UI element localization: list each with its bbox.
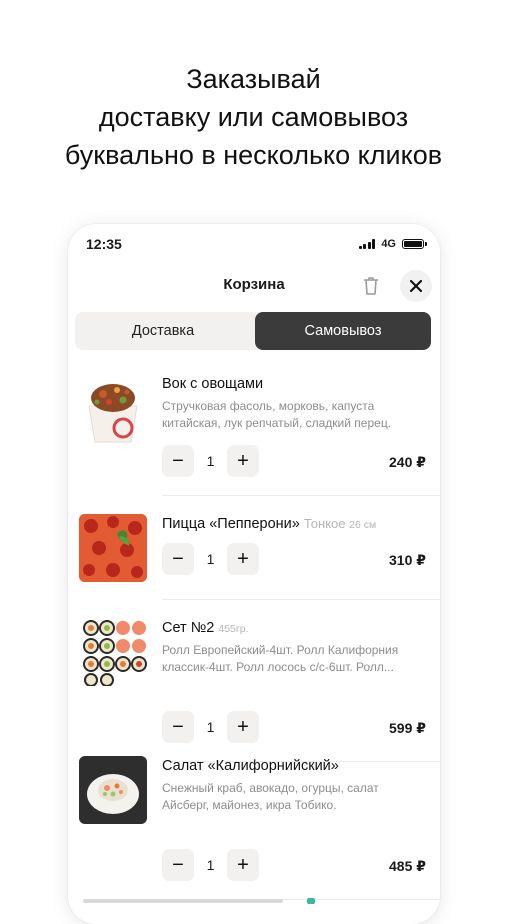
decrease-button[interactable]: − — [162, 849, 194, 881]
quantity-stepper: − 1 + — [162, 444, 259, 478]
quantity-stepper: − 1 + — [162, 710, 259, 744]
item-weight: 455гр. — [218, 620, 248, 635]
increase-button[interactable]: + — [227, 543, 259, 575]
item-description: Ролл Европейский-4шт. Ролл Калифорния кл… — [162, 643, 399, 674]
sushi-set-image — [79, 618, 147, 686]
item-name: Вок с овощами — [162, 376, 264, 392]
close-button[interactable] — [400, 270, 432, 302]
item-divider — [162, 495, 440, 496]
promo-line-2: доставку или самовывоз — [98, 102, 409, 132]
footer-accent — [307, 898, 315, 904]
quantity-stepper: − 1 + — [162, 848, 259, 882]
crust-type: Тонкое — [303, 516, 346, 531]
decrease-button[interactable]: − — [162, 711, 194, 743]
status-time: 12:35 — [86, 236, 122, 252]
delivery-mode-switch: Доставка Самовывоз — [75, 312, 431, 350]
increase-button[interactable]: + — [227, 849, 259, 881]
page-title: Корзина — [223, 276, 285, 293]
item-description: Снежный краб, авокадо, огурцы, салат Айс… — [162, 781, 379, 812]
item-name: Сет №2 455гр. — [162, 620, 248, 636]
cart-header: Корзина — [68, 268, 440, 302]
quantity-value: 1 — [206, 551, 215, 567]
signal-icon — [358, 239, 376, 249]
item-name-text: Пицца «Пепперони» — [162, 516, 300, 532]
quantity-value: 1 — [206, 857, 215, 873]
battery-icon — [402, 239, 427, 249]
tab-pickup[interactable]: Самовывоз — [255, 312, 431, 350]
item-name: Пицца «Пепперони» Тонкое 26 см — [162, 516, 376, 532]
item-price: 240 ₽ — [389, 454, 426, 470]
increase-button[interactable]: + — [227, 445, 259, 477]
close-icon — [409, 279, 423, 293]
item-name-text: Сет №2 — [162, 620, 215, 636]
item-description: Стручковая фасоль, морковь, капуста кита… — [162, 399, 392, 430]
salad-image — [79, 756, 147, 824]
pizza-image — [79, 514, 147, 582]
promo-heading: Заказывай доставку или самовывоз букваль… — [0, 60, 507, 174]
status-bar: 12:35 4G — [68, 236, 440, 256]
item-crust: Тонкое 26 см — [304, 516, 376, 531]
item-name: Салат «Калифорнийский» — [162, 758, 339, 774]
quantity-value: 1 — [206, 719, 215, 735]
pizza-size: 26 см — [349, 519, 377, 531]
increase-button[interactable]: + — [227, 711, 259, 743]
promo-line-3: буквально в несколько кликов — [64, 140, 443, 170]
item-price: 485 ₽ — [389, 858, 426, 874]
item-divider — [162, 599, 440, 600]
item-price: 599 ₽ — [389, 720, 426, 736]
tab-delivery[interactable]: Доставка — [75, 312, 251, 350]
item-price: 310 ₽ — [389, 552, 426, 568]
network-label: 4G — [381, 238, 396, 250]
quantity-stepper: − 1 + — [162, 542, 259, 576]
decrease-button[interactable]: − — [162, 445, 194, 477]
wok-image — [79, 376, 147, 444]
decrease-button[interactable]: − — [162, 543, 194, 575]
quantity-value: 1 — [206, 453, 215, 469]
trash-icon[interactable] — [361, 275, 381, 297]
promo-line-1: Заказывай — [186, 64, 321, 94]
phone-frame: 12:35 4G Корзина Доставка Самовывоз Вок … — [68, 224, 440, 924]
weight-value: 455гр. — [218, 623, 249, 635]
status-icons: 4G — [358, 238, 427, 250]
